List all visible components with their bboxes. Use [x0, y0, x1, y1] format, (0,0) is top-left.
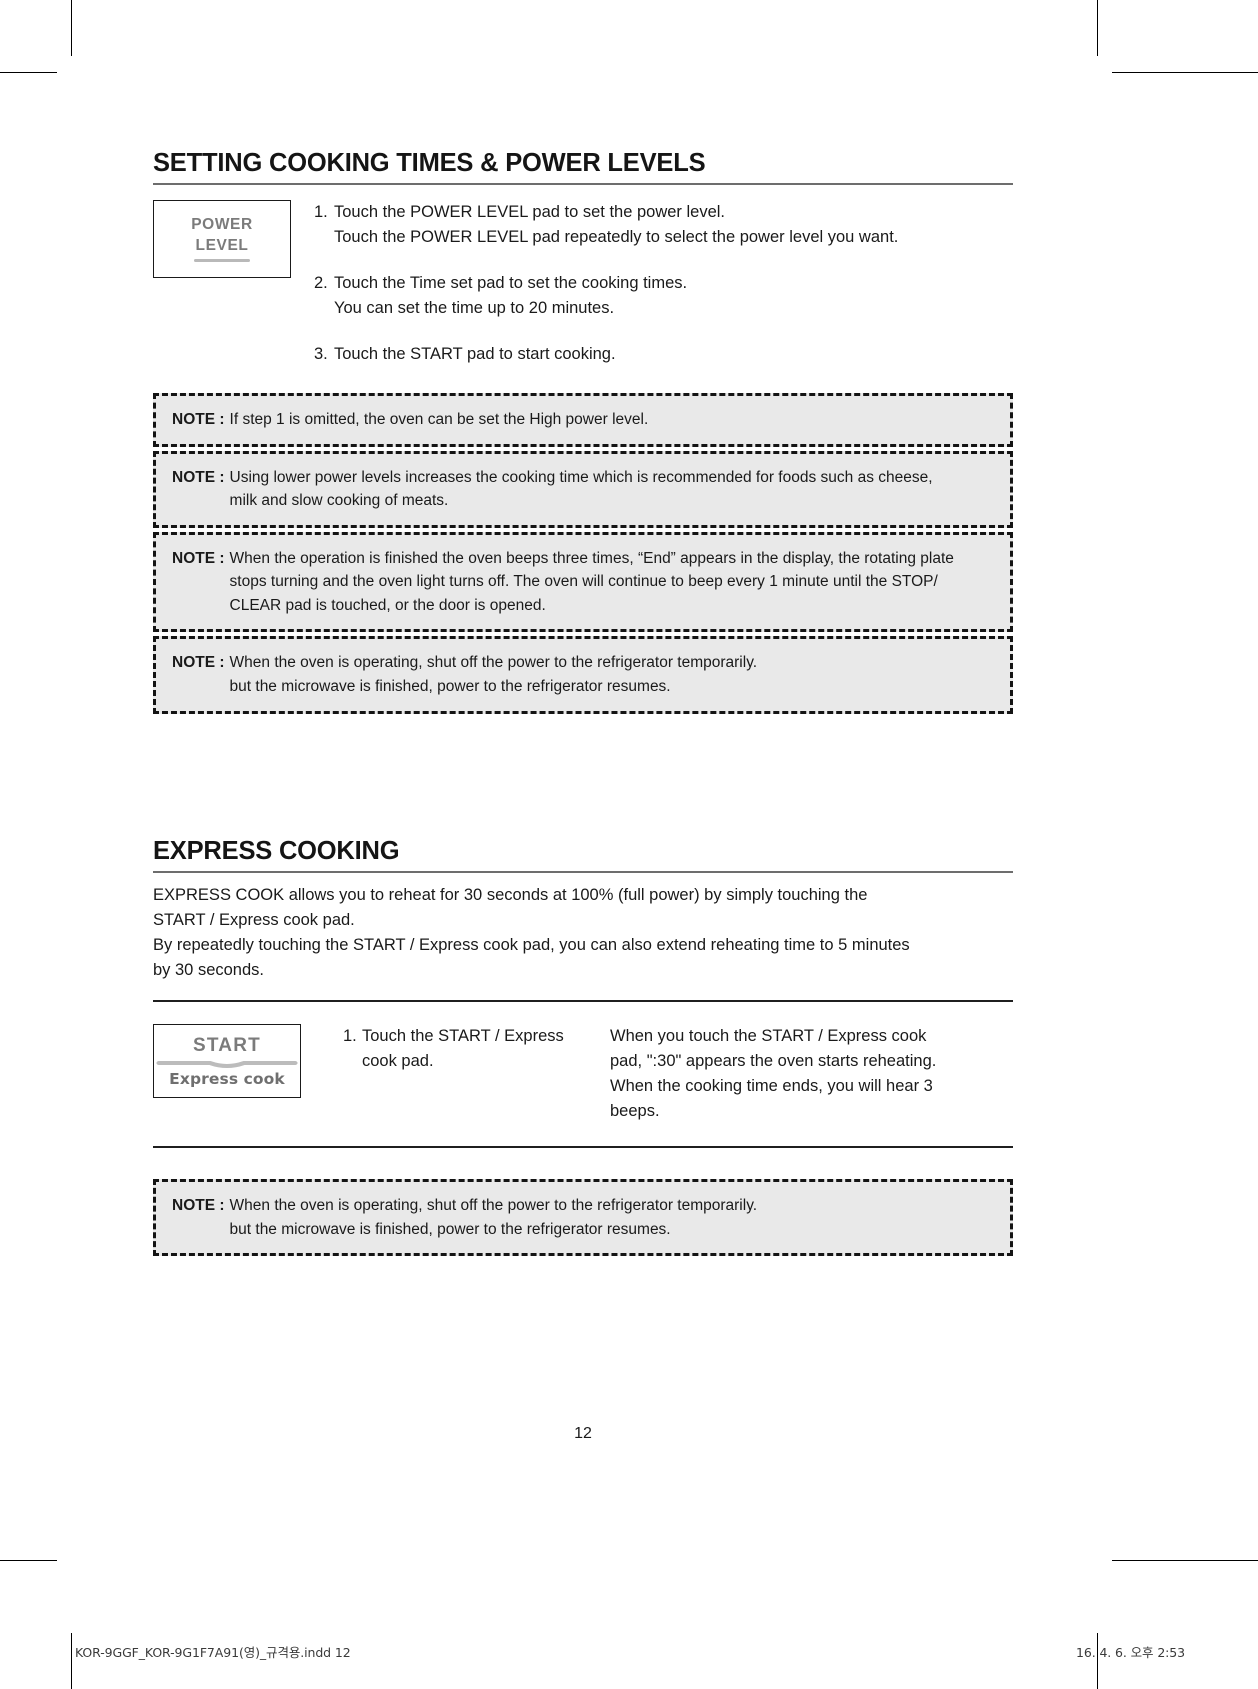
- express-cook-pad-label: Express cook: [169, 1069, 285, 1088]
- note-line: but the microwave is finished, power to …: [229, 677, 671, 695]
- note-text: Using lower power levels increases the c…: [230, 466, 996, 513]
- note-row: NOTE : When the oven is operating, shut …: [172, 1194, 996, 1241]
- crop-mark-top-right-vertical: [1097, 0, 1098, 56]
- description-line: beeps.: [610, 1102, 660, 1121]
- note-text: When the operation is finished the oven …: [230, 547, 996, 618]
- step-text: Touch the Time set pad to set the cookin…: [334, 271, 1013, 321]
- crop-mark-top-left-vertical: [71, 0, 72, 56]
- step-line: Touch the START pad to start cooking.: [334, 345, 616, 364]
- note-line: milk and slow cooking of meats.: [229, 492, 449, 510]
- express-section-divider-top: [153, 1000, 1013, 1003]
- intro-line: START / Express cook pad.: [153, 910, 355, 929]
- express-section-divider-bottom: [153, 1146, 1013, 1149]
- pad-curved-divider-icon: [156, 1060, 298, 1068]
- step-spacer: [314, 250, 1013, 271]
- step-line: Touch the START / Express: [362, 1027, 564, 1046]
- note-box: NOTE : Using lower power levels increase…: [153, 450, 1013, 528]
- note-label: NOTE :: [172, 468, 225, 486]
- note-box: NOTE : When the oven is operating, shut …: [153, 636, 1013, 714]
- express-step-column: 1. Touch the START / Express cook pad.: [301, 1024, 606, 1074]
- intro-line: EXPRESS COOK allows you to reheat for 30…: [153, 885, 868, 904]
- footer-timestamp: 16. 4. 6. 오후 2:53: [1076, 1645, 1185, 1660]
- heading-divider: [153, 870, 1013, 873]
- step-number: 1.: [314, 202, 328, 221]
- section-setting-cooking-times: SETTING COOKING TIMES & POWER LEVELS POW…: [153, 150, 1013, 714]
- print-footer: KOR-9GGF_KOR-9G1F7A91(영)_규격용.indd 12 16.…: [75, 1642, 1185, 1661]
- note-box: NOTE : If step 1 is omitted, the oven ca…: [153, 393, 1013, 447]
- express-cooking-intro: EXPRESS COOK allows you to reheat for 30…: [153, 883, 1013, 983]
- step-line: Touch the POWER LEVEL pad repeatedly to …: [334, 227, 899, 246]
- step-line: Touch the POWER LEVEL pad to set the pow…: [334, 202, 726, 221]
- step-text: Touch the POWER LEVEL pad to set the pow…: [334, 200, 1013, 250]
- note-line: When the oven is operating, shut off the…: [229, 654, 758, 672]
- express-description-text: When you touch the START / Express cook …: [610, 1024, 1013, 1124]
- step-item: 1. Touch the POWER LEVEL pad to set the …: [314, 200, 1013, 250]
- step-number: 2.: [314, 273, 328, 292]
- notes-group-section1: NOTE : If step 1 is omitted, the oven ca…: [153, 393, 1013, 714]
- start-pad-label: START: [193, 1034, 261, 1056]
- express-description-column: When you touch the START / Express cook …: [606, 1024, 1013, 1124]
- step-line: Touch the Time set pad to set the cookin…: [334, 273, 688, 292]
- note-text: When the oven is operating, shut off the…: [230, 651, 996, 698]
- step-spacer: [314, 321, 1013, 342]
- power-level-pad-button[interactable]: POWER LEVEL: [153, 199, 291, 278]
- note-line: but the microwave is finished, power to …: [229, 1220, 671, 1238]
- page-content: SETTING COOKING TIMES & POWER LEVELS POW…: [153, 0, 1013, 1689]
- crop-mark-bottom-right-horizontal: [1112, 1560, 1258, 1561]
- crop-mark-top-right-horizontal: [1112, 72, 1258, 73]
- note-line: If step 1 is omitted, the oven can be se…: [229, 411, 649, 429]
- intro-line: By repeatedly touching the START / Expre…: [153, 935, 910, 954]
- start-express-cook-pad-button[interactable]: START Express cook: [153, 1024, 301, 1099]
- section-express-cooking: EXPRESS COOKING EXPRESS COOK allows you …: [153, 837, 1013, 1257]
- power-level-instruction-row: POWER LEVEL 1. Touch the POWER LEVEL pad…: [153, 199, 1013, 367]
- note-line: CLEAR pad is touched, or the door is ope…: [229, 596, 546, 614]
- note-row: NOTE : Using lower power levels increase…: [172, 466, 996, 513]
- note-label: NOTE :: [172, 549, 225, 567]
- intro-line: by 30 seconds.: [153, 961, 264, 979]
- step-item: 2. Touch the Time set pad to set the coo…: [314, 271, 1013, 321]
- description-line: When you touch the START / Express cook: [610, 1027, 927, 1046]
- note-text: If step 1 is omitted, the oven can be se…: [230, 408, 996, 432]
- start-pad-column: START Express cook: [153, 1024, 301, 1099]
- section-title-express-cooking: EXPRESS COOKING: [153, 837, 400, 865]
- note-box: NOTE : When the operation is finished th…: [153, 531, 1013, 633]
- step-number: 3.: [314, 345, 328, 364]
- power-level-pad-label-line1: POWER: [191, 216, 253, 234]
- step-item: 3. Touch the START pad to start cooking.: [314, 342, 1013, 367]
- footer-filename: KOR-9GGF_KOR-9G1F7A91(영)_규격용.indd 12: [75, 1645, 351, 1660]
- crop-mark-bottom-left-horizontal: [0, 1560, 57, 1561]
- note-label: NOTE :: [172, 1197, 225, 1215]
- note-line: stops turning and the oven light turns o…: [229, 573, 938, 591]
- page-number: 12: [574, 1425, 592, 1442]
- step-item: 1. Touch the START / Express cook pad.: [343, 1024, 606, 1074]
- note-label: NOTE :: [172, 411, 225, 429]
- heading-divider: [153, 182, 1013, 185]
- note-text: When the oven is operating, shut off the…: [230, 1194, 996, 1241]
- description-line: When the cooking time ends, you will hea…: [610, 1077, 933, 1096]
- step-line: cook pad.: [362, 1052, 434, 1071]
- note-row: NOTE : When the operation is finished th…: [172, 547, 996, 618]
- note-row: NOTE : If step 1 is omitted, the oven ca…: [172, 408, 996, 432]
- step-number: 1.: [343, 1027, 357, 1046]
- step-text: Touch the START / Express cook pad.: [362, 1024, 606, 1074]
- power-level-steps-list: 1. Touch the POWER LEVEL pad to set the …: [291, 200, 1013, 367]
- express-cook-instruction-row: START Express cook 1. Touch the START / …: [153, 1024, 1013, 1124]
- note-line: When the oven is operating, shut off the…: [229, 1197, 758, 1215]
- note-line: When the operation is finished the oven …: [229, 549, 954, 567]
- crop-mark-bottom-left-vertical: [71, 1633, 72, 1689]
- power-level-pad-label-line2: LEVEL: [195, 237, 249, 255]
- step-text: Touch the START pad to start cooking.: [334, 342, 1013, 367]
- note-label: NOTE :: [172, 654, 225, 672]
- note-row: NOTE : When the oven is operating, shut …: [172, 651, 996, 698]
- power-level-pad-underline-icon: [194, 259, 250, 263]
- note-box: NOTE : When the oven is operating, shut …: [153, 1179, 1013, 1257]
- crop-mark-top-left-horizontal: [0, 72, 57, 73]
- note-line: Using lower power levels increases the c…: [229, 468, 933, 486]
- step-line: You can set the time up to 20 minutes.: [334, 299, 615, 317]
- page-title: SETTING COOKING TIMES & POWER LEVELS: [153, 149, 706, 177]
- description-line: pad, ":30" appears the oven starts rehea…: [610, 1052, 937, 1071]
